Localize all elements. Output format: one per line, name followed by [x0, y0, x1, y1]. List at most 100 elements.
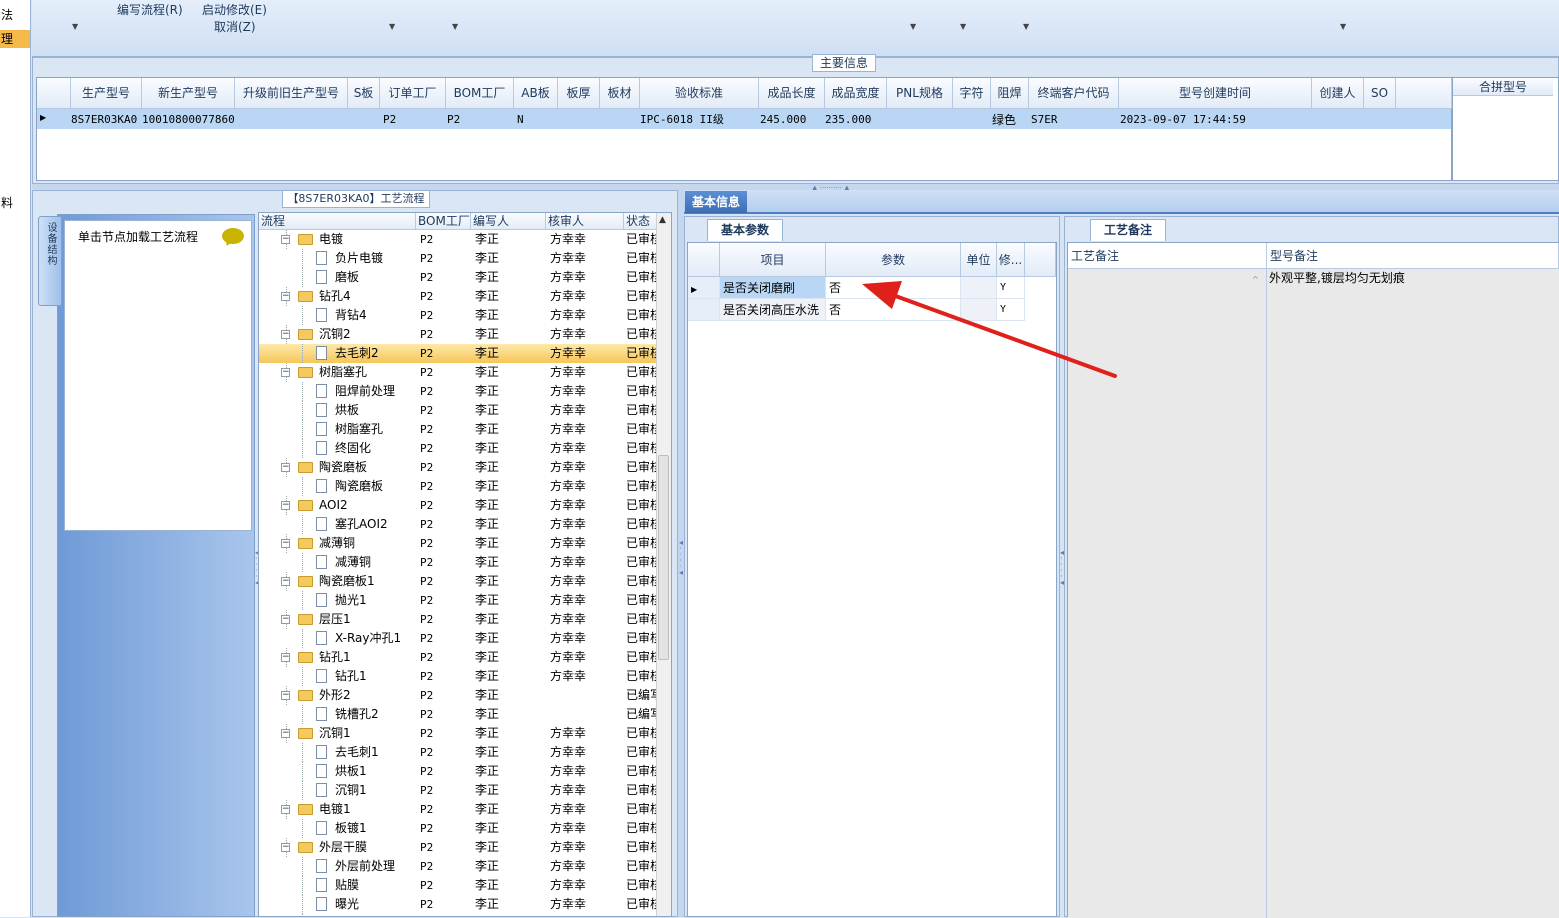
- col-header[interactable]: 成品长度: [759, 78, 825, 109]
- tree-row[interactable]: − 减薄铜 P2 李正 方幸幸 已审核: [259, 534, 657, 553]
- collapse-toggle-icon[interactable]: −: [281, 729, 290, 738]
- cell-width[interactable]: 235.000: [825, 110, 871, 130]
- cell-order-factory[interactable]: P2: [383, 110, 396, 130]
- merge-model-header[interactable]: 合拼型号: [1453, 78, 1553, 96]
- tree-col-header[interactable]: BOM工厂: [416, 213, 471, 230]
- collapse-toggle-icon[interactable]: −: [281, 368, 290, 377]
- col-header[interactable]: SO: [1364, 78, 1396, 109]
- chevron-down-icon[interactable]: ▼: [452, 22, 458, 31]
- row-selector[interactable]: ▶: [688, 277, 720, 299]
- col-header[interactable]: 板厚: [558, 78, 600, 109]
- tree-row[interactable]: − 电镀 P2 李正 方幸幸 已审核: [259, 230, 657, 249]
- tree-row[interactable]: 负片电镀 P2 李正 方幸幸 已审核: [259, 249, 657, 268]
- left-nav-item[interactable]: 法: [0, 6, 30, 24]
- tree-row[interactable]: 树脂塞孔 P2 李正 方幸幸 已审核: [259, 420, 657, 439]
- tree-row[interactable]: 阻焊前处理 P2 李正 方幸幸 已审核: [259, 382, 657, 401]
- cell-solder-mask[interactable]: 绿色: [992, 110, 1016, 130]
- collapse-toggle-icon[interactable]: −: [281, 615, 290, 624]
- col-header[interactable]: 创建人: [1312, 78, 1364, 109]
- tree-row[interactable]: − AOI2 P2 李正 方幸幸 已审核: [259, 496, 657, 515]
- tree-row[interactable]: − 钻孔4 P2 李正 方幸幸 已审核: [259, 287, 657, 306]
- col-header[interactable]: 终端客户代码: [1029, 78, 1119, 109]
- col-header[interactable]: 字符: [953, 78, 991, 109]
- tree-row[interactable]: − 电镀1 P2 李正 方幸幸 已审核: [259, 800, 657, 819]
- tree-row[interactable]: 外层前处理 P2 李正 方幸幸 已审核: [259, 857, 657, 876]
- cell-bom-factory[interactable]: P2: [447, 110, 460, 130]
- col-header[interactable]: BOM工厂: [446, 78, 514, 109]
- tree-row[interactable]: 曝光 P2 李正 方幸幸 已审核: [259, 895, 657, 914]
- tab-basic-params[interactable]: 基本参数: [707, 219, 783, 241]
- col-header[interactable]: 生产型号: [71, 78, 142, 109]
- cell-length[interactable]: 245.000: [760, 110, 806, 130]
- tree-row[interactable]: − 外层干膜 P2 李正 方幸幸 已审核: [259, 838, 657, 857]
- tree-row[interactable]: − 沉铜1 P2 李正 方幸幸 已审核: [259, 724, 657, 743]
- tree-col-header[interactable]: 流程: [259, 213, 416, 230]
- tree-row[interactable]: 陶瓷磨板 P2 李正 方幸幸 已审核: [259, 477, 657, 496]
- tree-row[interactable]: 抛光1 P2 李正 方幸幸 已审核: [259, 591, 657, 610]
- col-header[interactable]: 升级前旧生产型号: [235, 78, 348, 109]
- cell-acceptance-standard[interactable]: IPC-6018 II级: [640, 110, 724, 130]
- cell-new-model[interactable]: 10010800077860: [142, 110, 235, 130]
- param-col-header[interactable]: 单位: [961, 243, 997, 277]
- col-header[interactable]: 新生产型号: [142, 78, 235, 109]
- grid-corner[interactable]: [688, 243, 720, 277]
- model-remark-area[interactable]: [1267, 269, 1559, 918]
- chevron-down-icon[interactable]: ▼: [1023, 22, 1029, 31]
- tree-row[interactable]: X-Ray冲孔1 P2 李正 方幸幸 已审核: [259, 629, 657, 648]
- collapse-toggle-icon[interactable]: −: [281, 501, 290, 510]
- chevron-down-icon[interactable]: ▼: [72, 22, 78, 31]
- cancel-button[interactable]: 取消(Z): [214, 19, 256, 36]
- cell-created-time[interactable]: 2023-09-07 17:44:59: [1120, 110, 1246, 130]
- tree-row[interactable]: − 陶瓷磨板 P2 李正 方幸幸 已审核: [259, 458, 657, 477]
- grid-corner[interactable]: [37, 78, 71, 109]
- tree-col-header[interactable]: 核审人: [546, 213, 624, 230]
- remark-col-header[interactable]: 工艺备注: [1068, 243, 1267, 269]
- collapse-toggle-icon[interactable]: −: [281, 843, 290, 852]
- col-header[interactable]: PNL规格: [887, 78, 953, 109]
- tree-row[interactable]: 终固化 P2 李正 方幸幸 已审核: [259, 439, 657, 458]
- remark-col-header[interactable]: 型号备注: [1267, 243, 1559, 269]
- tree-col-header[interactable]: 状态: [624, 213, 658, 230]
- tree-row-selected[interactable]: 去毛刺2 P2 李正 方幸幸 已审核: [259, 344, 657, 363]
- row-selector[interactable]: [688, 299, 720, 321]
- tree-row[interactable]: 沉铜1 P2 李正 方幸幸 已审核: [259, 781, 657, 800]
- collapse-toggle-icon[interactable]: −: [281, 691, 290, 700]
- collapse-toggle-icon[interactable]: −: [281, 805, 290, 814]
- tree-row[interactable]: 烘板 P2 李正 方幸幸 已审核: [259, 401, 657, 420]
- collapse-toggle-icon[interactable]: −: [281, 330, 290, 339]
- tree-row[interactable]: 背钻4 P2 李正 方幸幸 已审核: [259, 306, 657, 325]
- param-col-header[interactable]: 参数: [826, 243, 961, 277]
- start-modify-button[interactable]: 启动修改(E): [202, 2, 267, 19]
- col-header[interactable]: 验收标准: [640, 78, 759, 109]
- left-nav-item[interactable]: 料: [0, 194, 30, 212]
- tree-row[interactable]: − 钻孔1 P2 李正 方幸幸 已审核: [259, 648, 657, 667]
- col-header[interactable]: 阻焊: [991, 78, 1029, 109]
- tab-process-remark[interactable]: 工艺备注: [1090, 219, 1166, 241]
- tree-row[interactable]: 铣槽孔2 P2 李正 已编写: [259, 705, 657, 724]
- col-header[interactable]: S板: [348, 78, 380, 109]
- tree-row[interactable]: − 树脂塞孔 P2 李正 方幸幸 已审核: [259, 363, 657, 382]
- tree-row[interactable]: 贴膜 P2 李正 方幸幸 已审核: [259, 876, 657, 895]
- col-header[interactable]: AB板: [514, 78, 558, 109]
- chevron-down-icon[interactable]: ▼: [1340, 22, 1346, 31]
- param-col-header[interactable]: 修...: [997, 243, 1025, 277]
- left-nav-item-active[interactable]: 理: [0, 30, 30, 48]
- scroll-up-icon[interactable]: ▲: [659, 215, 666, 225]
- col-header[interactable]: 型号创建时间: [1119, 78, 1312, 109]
- tree-col-header[interactable]: 编写人: [471, 213, 546, 230]
- tree-row[interactable]: 去毛刺1 P2 李正 方幸幸 已审核: [259, 743, 657, 762]
- cell-ab-board[interactable]: N: [517, 110, 524, 130]
- tree-scroll-thumb[interactable]: [658, 455, 669, 660]
- tree-row[interactable]: 塞孔AOI2 P2 李正 方幸幸 已审核: [259, 515, 657, 534]
- collapse-toggle-icon[interactable]: −: [281, 292, 290, 301]
- tree-row[interactable]: − 陶瓷磨板1 P2 李正 方幸幸 已审核: [259, 572, 657, 591]
- tree-row[interactable]: − 沉铜2 P2 李正 方幸幸 已审核: [259, 325, 657, 344]
- scroll-up-icon[interactable]: ^: [1252, 275, 1259, 284]
- param-item[interactable]: 是否关闭磨刷: [720, 277, 826, 299]
- collapse-toggle-icon[interactable]: −: [281, 235, 290, 244]
- tree-row[interactable]: 磨板 P2 李正 方幸幸 已审核: [259, 268, 657, 287]
- tree-row[interactable]: 板镀1 P2 李正 方幸幸 已审核: [259, 819, 657, 838]
- collapse-toggle-icon[interactable]: −: [281, 539, 290, 548]
- collapse-toggle-icon[interactable]: −: [281, 463, 290, 472]
- param-col-header[interactable]: 项目: [720, 243, 826, 277]
